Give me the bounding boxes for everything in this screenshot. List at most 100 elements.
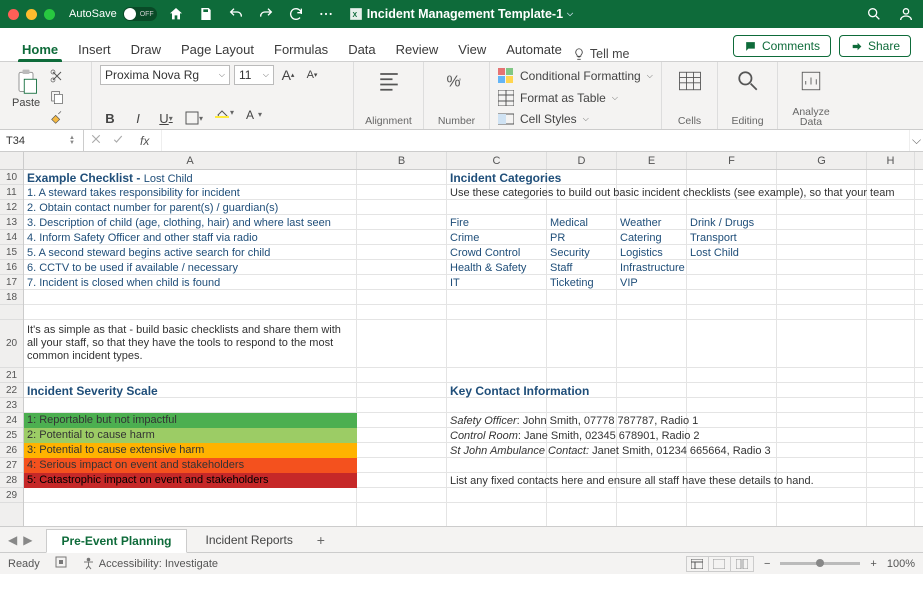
row-header[interactable]: 11 — [0, 185, 23, 200]
alignment-group[interactable] — [371, 65, 407, 97]
name-box[interactable]: T34 ▲▼ — [0, 130, 84, 151]
zoom-in-icon[interactable]: + — [870, 558, 876, 570]
row-header[interactable]: 13 — [0, 215, 23, 230]
row-header[interactable]: 15 — [0, 245, 23, 260]
row-header[interactable]: 12 — [0, 200, 23, 215]
prev-sheet-icon[interactable]: ◀ — [6, 533, 19, 547]
underline-button[interactable]: U▾ — [156, 109, 176, 127]
chevron-down-icon[interactable]: ⌵ — [567, 9, 573, 19]
ribbon-tab-view[interactable]: View — [448, 36, 496, 61]
macro-record-icon[interactable] — [54, 555, 68, 572]
row-header[interactable]: 17 — [0, 275, 23, 290]
editing-group[interactable] — [730, 65, 766, 97]
zoom-level[interactable]: 100% — [887, 558, 915, 570]
copy-icon[interactable] — [48, 88, 66, 106]
cells-area[interactable]: Example Checklist - Lost ChildIncident C… — [24, 170, 923, 526]
close-window-icon[interactable] — [8, 9, 19, 20]
format-painter-icon[interactable] — [48, 109, 66, 127]
row-header[interactable]: 18 — [0, 290, 23, 305]
view-mode-buttons[interactable] — [686, 556, 754, 572]
cancel-formula-icon[interactable] — [90, 133, 102, 148]
undo-icon[interactable] — [227, 5, 245, 23]
ribbon-tab-page-layout[interactable]: Page Layout — [171, 36, 264, 61]
zoom-out-icon[interactable]: − — [764, 558, 770, 570]
row-header[interactable]: 21 — [0, 368, 23, 383]
cell-styles-button[interactable]: Cell Styles⌵ — [498, 111, 653, 127]
cut-icon[interactable] — [48, 67, 66, 85]
more-icon[interactable] — [317, 5, 335, 23]
next-sheet-icon[interactable]: ▶ — [21, 533, 34, 547]
row-header[interactable]: 25 — [0, 428, 23, 443]
accessibility-status[interactable]: Accessibility: Investigate — [82, 557, 218, 570]
col-header[interactable]: C — [447, 152, 547, 169]
fill-color-button[interactable]: ▾ — [212, 109, 232, 127]
cells-group[interactable] — [672, 65, 708, 97]
row-header[interactable]: 23 — [0, 398, 23, 413]
page-layout-view-icon[interactable] — [709, 557, 731, 571]
conditional-formatting-button[interactable]: Conditional Formatting⌵ — [498, 68, 653, 84]
analyze-data-button[interactable] — [793, 65, 829, 97]
tell-me-search[interactable]: Tell me — [572, 47, 630, 61]
decrease-font-icon[interactable]: A▾ — [302, 66, 322, 84]
row-header[interactable]: 29 — [0, 488, 23, 503]
row-header[interactable]: 28 — [0, 473, 23, 488]
font-size-select[interactable]: 11⌵ — [234, 65, 274, 85]
col-header[interactable]: A — [24, 152, 357, 169]
ribbon-tab-formulas[interactable]: Formulas — [264, 36, 338, 61]
formula-input[interactable] — [162, 130, 909, 151]
format-as-table-button[interactable]: Format as Table⌵ — [498, 90, 653, 106]
ribbon-tab-review[interactable]: Review — [386, 36, 449, 61]
row-header[interactable]: 10 — [0, 170, 23, 185]
ribbon-tab-draw[interactable]: Draw — [121, 36, 171, 61]
row-header[interactable]: 20 — [0, 320, 23, 368]
col-header[interactable]: F — [687, 152, 777, 169]
row-header[interactable]: 14 — [0, 230, 23, 245]
expand-formula-bar-icon[interactable]: ⌵ — [909, 130, 923, 151]
worksheet-grid[interactable]: ABCDEFGH 1011121314151617182021222324252… — [0, 152, 923, 526]
row-header[interactable]: 27 — [0, 458, 23, 473]
col-header[interactable]: H — [867, 152, 915, 169]
select-all-corner[interactable] — [0, 152, 24, 169]
autosave-toggle[interactable]: AutoSave OFF — [69, 7, 157, 21]
col-header[interactable]: E — [617, 152, 687, 169]
italic-button[interactable]: I — [128, 109, 148, 127]
comments-button[interactable]: Comments — [733, 35, 831, 57]
toggle-off-icon[interactable]: OFF — [123, 7, 157, 21]
col-header[interactable]: D — [547, 152, 617, 169]
paste-button[interactable]: Paste — [8, 65, 44, 111]
ribbon-tab-data[interactable]: Data — [338, 36, 385, 61]
border-button[interactable]: ▾ — [184, 109, 204, 127]
col-header[interactable]: G — [777, 152, 867, 169]
ribbon-tab-automate[interactable]: Automate — [496, 36, 572, 61]
save-icon[interactable] — [197, 5, 215, 23]
page-break-view-icon[interactable] — [731, 557, 753, 571]
namebox-stepper[interactable]: ▲▼ — [67, 136, 77, 146]
account-icon[interactable] — [897, 5, 915, 23]
number-group[interactable]: %, — [439, 65, 475, 97]
redo-icon[interactable] — [257, 5, 275, 23]
row-header[interactable]: 24 — [0, 413, 23, 428]
search-icon[interactable] — [865, 5, 883, 23]
font-color-button[interactable]: A▾ — [240, 109, 260, 127]
fx-icon[interactable]: fx — [134, 134, 155, 148]
zoom-slider[interactable] — [780, 562, 860, 565]
refresh-icon[interactable] — [287, 5, 305, 23]
increase-font-icon[interactable]: A▴ — [278, 66, 298, 84]
minimize-window-icon[interactable] — [26, 9, 37, 20]
row-header[interactable]: 26 — [0, 443, 23, 458]
bold-button[interactable]: B — [100, 109, 120, 127]
add-sheet-button[interactable]: + — [312, 531, 330, 549]
share-button[interactable]: Share — [839, 35, 911, 57]
ribbon-tab-insert[interactable]: Insert — [68, 36, 121, 61]
zoom-window-icon[interactable] — [44, 9, 55, 20]
row-header[interactable]: 16 — [0, 260, 23, 275]
sheet-tab[interactable]: Incident Reports — [191, 528, 308, 552]
sheet-tab-active[interactable]: Pre-Event Planning — [46, 529, 186, 553]
enter-formula-icon[interactable] — [112, 133, 124, 148]
normal-view-icon[interactable] — [687, 557, 709, 571]
row-header[interactable] — [0, 305, 23, 320]
home-icon[interactable] — [167, 5, 185, 23]
col-header[interactable]: B — [357, 152, 447, 169]
document-title[interactable]: X Incident Management Template-1 ⌵ — [349, 7, 573, 21]
font-family-select[interactable]: Proxima Nova Rg⌵ — [100, 65, 230, 85]
